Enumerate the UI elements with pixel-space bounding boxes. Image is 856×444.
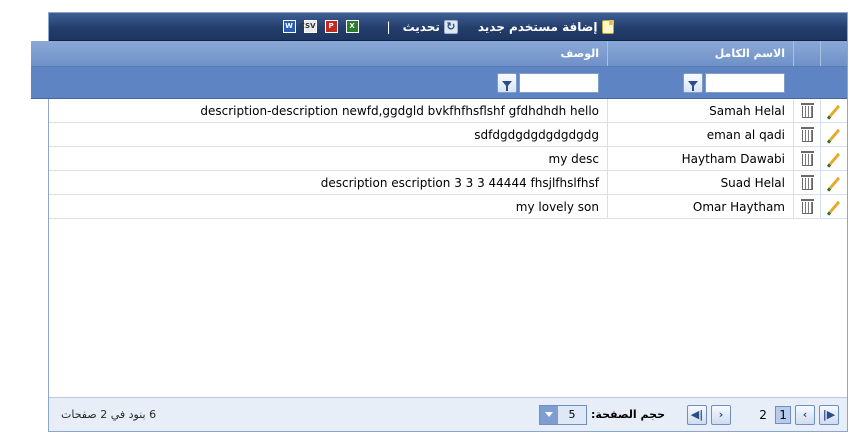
- trash-icon: [800, 174, 814, 190]
- column-header-row: الاسم الكامل الوصف: [31, 41, 847, 67]
- table-row: Samah Helal description-description newf…: [49, 99, 847, 123]
- row-full-name: Haytham Dawabi: [607, 147, 793, 170]
- chevron-left-icon: ‹: [718, 408, 724, 421]
- page-size-value: 5: [568, 408, 576, 421]
- pencil-icon: [828, 152, 840, 165]
- row-description: description-description newfd,ggdgld bvk…: [200, 103, 599, 118]
- delete-row-button[interactable]: [793, 147, 820, 170]
- pencil-icon: [828, 104, 840, 117]
- page-size-label: حجم الصفحة:: [591, 408, 665, 421]
- add-user-label: إضافة مستخدم جديد: [477, 19, 598, 34]
- chevron-down-icon: [540, 405, 559, 424]
- delete-row-button[interactable]: [793, 99, 820, 122]
- refresh-label: تحديث: [402, 19, 440, 34]
- add-user-button[interactable]: إضافة مستخدم جديد: [477, 19, 614, 34]
- last-page-button[interactable]: |◀: [687, 404, 707, 425]
- header-full-name[interactable]: الاسم الكامل: [607, 41, 793, 66]
- filter-funnel-icon: [502, 80, 512, 91]
- full-name-filter-button[interactable]: [683, 72, 703, 93]
- header-delete-column: [793, 41, 820, 66]
- table-row: Suad Helal description escription 3 3 3 …: [49, 171, 847, 195]
- refresh-button[interactable]: ↻ تحديث: [402, 19, 458, 34]
- description-filter-button[interactable]: [497, 72, 517, 93]
- row-full-name: Suad Helal: [607, 171, 793, 194]
- filter-row: [31, 67, 847, 99]
- export-excel-icon[interactable]: X: [345, 20, 359, 33]
- row-full-name: Samah Helal: [607, 99, 793, 122]
- trash-icon: [800, 126, 814, 142]
- pager-info: 6 بنود في 2 صفحات: [61, 408, 157, 421]
- pencil-icon: [828, 176, 840, 189]
- table-row: Omar Haytham my lovely son: [49, 195, 847, 219]
- refresh-icon: ↻: [443, 19, 458, 34]
- trash-icon: [800, 150, 814, 166]
- edit-row-button[interactable]: [820, 99, 847, 122]
- export-icons: X P CSV W: [282, 20, 359, 33]
- description-filter: [31, 72, 607, 93]
- row-full-name: Omar Haytham: [607, 195, 793, 218]
- first-page-icon: ▶|: [822, 408, 836, 421]
- grid-toolbar: إضافة مستخدم جديد ↻ تحديث | X P CSV W: [49, 13, 847, 41]
- header-edit-column: [820, 41, 847, 66]
- trash-icon: [800, 198, 814, 214]
- page-size-select[interactable]: 5: [539, 404, 588, 425]
- grid-rows: Samah Helal description-description newf…: [49, 99, 847, 219]
- export-csv-icon[interactable]: CSV: [300, 20, 317, 33]
- pencil-icon: [828, 128, 840, 141]
- delete-row-button[interactable]: [793, 123, 820, 146]
- row-description: my lovely son: [515, 199, 599, 214]
- edit-row-button[interactable]: [820, 171, 847, 194]
- previous-page-button[interactable]: ›: [795, 404, 815, 425]
- trash-icon: [800, 102, 814, 118]
- filter-funnel-icon: [688, 80, 698, 91]
- page-number-2[interactable]: 2: [755, 406, 771, 424]
- export-word-icon[interactable]: W: [282, 20, 296, 33]
- table-row: eman al qadi sdfdgdgdgdgdgdgdg: [49, 123, 847, 147]
- first-page-button[interactable]: ▶|: [819, 404, 839, 425]
- delete-row-button[interactable]: [793, 195, 820, 218]
- grid-pager: ▶| › 1 2 ‹ |◀ حجم الصفحة: 5 6 بنود في 2 …: [49, 397, 847, 431]
- edit-row-button[interactable]: [820, 147, 847, 170]
- row-description: my desc: [548, 151, 599, 166]
- header-description-label: الوصف: [560, 47, 599, 60]
- export-pdf-icon[interactable]: P: [324, 20, 338, 33]
- row-description: description escription 3 3 3 44444 fhsjl…: [320, 175, 599, 190]
- header-full-name-label: الاسم الكامل: [714, 47, 785, 60]
- full-name-filter-input[interactable]: [705, 72, 785, 93]
- next-page-button[interactable]: ‹: [711, 404, 731, 425]
- row-description: sdfdgdgdgdgdgdgdg: [474, 127, 599, 142]
- chevron-right-icon: ›: [802, 408, 808, 421]
- users-grid: إضافة مستخدم جديد ↻ تحديث | X P CSV W ال…: [31, 12, 848, 432]
- new-document-icon: [601, 19, 614, 34]
- description-filter-input[interactable]: [519, 72, 599, 93]
- full-name-filter: [607, 72, 793, 93]
- row-full-name: eman al qadi: [607, 123, 793, 146]
- table-row: Haytham Dawabi my desc: [49, 147, 847, 171]
- edit-row-button[interactable]: [820, 123, 847, 146]
- toolbar-separator: |: [386, 19, 391, 34]
- last-page-icon: |◀: [690, 408, 704, 421]
- page-number-1[interactable]: 1: [775, 405, 791, 424]
- edit-row-button[interactable]: [820, 195, 847, 218]
- pencil-icon: [828, 200, 840, 213]
- header-description[interactable]: الوصف: [31, 41, 607, 66]
- delete-row-button[interactable]: [793, 171, 820, 194]
